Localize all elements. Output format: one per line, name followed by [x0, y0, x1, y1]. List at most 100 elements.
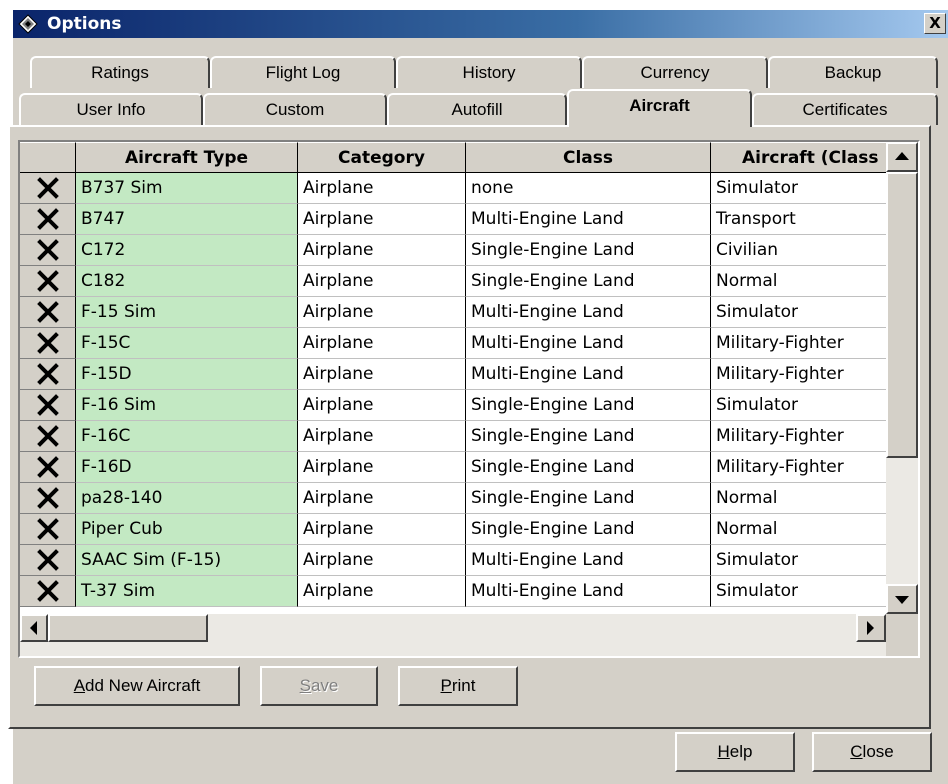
header-aircraft-class[interactable]: Aircraft (Class: [711, 142, 886, 173]
tab-currency[interactable]: Currency: [582, 56, 768, 88]
cell-category[interactable]: Airplane: [298, 452, 466, 483]
tab-autofill[interactable]: Autofill: [387, 93, 567, 125]
table-row[interactable]: SAAC Sim (F-15) Airplane Multi-Engine Land…: [20, 545, 886, 576]
delete-row-button[interactable]: [20, 173, 76, 204]
header-class[interactable]: Class: [466, 142, 711, 173]
cell-aircraft-type[interactable]: F-16C: [76, 421, 298, 452]
tab-history[interactable]: History: [396, 56, 582, 88]
scroll-left-button[interactable]: [20, 614, 48, 642]
cell-aircraft-type[interactable]: F-15C: [76, 328, 298, 359]
cell-class[interactable]: Multi-Engine Land: [466, 545, 711, 576]
cell-aircraft-class[interactable]: Normal: [711, 483, 886, 514]
cell-aircraft-type[interactable]: F-16D: [76, 452, 298, 483]
cell-class[interactable]: Single-Engine Land: [466, 514, 711, 545]
delete-row-button[interactable]: [20, 266, 76, 297]
cell-aircraft-type[interactable]: C182: [76, 266, 298, 297]
cell-aircraft-type[interactable]: C172: [76, 235, 298, 266]
cell-class[interactable]: Single-Engine Land: [466, 266, 711, 297]
cell-class[interactable]: Multi-Engine Land: [466, 359, 711, 390]
tab-certificates[interactable]: Certificates: [752, 93, 938, 125]
cell-aircraft-class[interactable]: Normal: [711, 266, 886, 297]
close-window-button[interactable]: X: [924, 13, 946, 34]
cell-category[interactable]: Airplane: [298, 390, 466, 421]
cell-aircraft-class[interactable]: Simulator: [711, 297, 886, 328]
add-new-aircraft-button[interactable]: Add New Aircraft: [34, 666, 240, 706]
cell-class[interactable]: Multi-Engine Land: [466, 576, 711, 607]
cell-class[interactable]: Multi-Engine Land: [466, 328, 711, 359]
cell-aircraft-type[interactable]: Piper Cub: [76, 514, 298, 545]
close-button[interactable]: Close: [812, 732, 932, 772]
cell-class[interactable]: Single-Engine Land: [466, 390, 711, 421]
cell-aircraft-class[interactable]: Simulator: [711, 390, 886, 421]
cell-aircraft-class[interactable]: Military-Fighter: [711, 328, 886, 359]
tab-custom[interactable]: Custom: [203, 93, 387, 125]
delete-row-button[interactable]: [20, 483, 76, 514]
cell-aircraft-type[interactable]: F-16 Sim: [76, 390, 298, 421]
scroll-up-button[interactable]: [886, 142, 918, 172]
cell-category[interactable]: Airplane: [298, 545, 466, 576]
table-row[interactable]: Piper Cub Airplane Single-Engine Land Norma…: [20, 514, 886, 545]
delete-row-button[interactable]: [20, 545, 76, 576]
cell-class[interactable]: Multi-Engine Land: [466, 204, 711, 235]
horizontal-scrollbar[interactable]: [20, 614, 886, 656]
cell-class[interactable]: Single-Engine Land: [466, 483, 711, 514]
title-bar[interactable]: Options X: [13, 10, 948, 38]
delete-row-button[interactable]: [20, 421, 76, 452]
cell-aircraft-type[interactable]: F-15D: [76, 359, 298, 390]
cell-aircraft-type[interactable]: B747: [76, 204, 298, 235]
table-row[interactable]: T-37 Sim Airplane Multi-Engine Land Simulat…: [20, 576, 886, 607]
tab-ratings[interactable]: Ratings: [30, 56, 210, 88]
table-row[interactable]: F-15 Sim Airplane Multi-Engine Land Simulat…: [20, 297, 886, 328]
cell-aircraft-class[interactable]: Simulator: [711, 576, 886, 607]
table-row[interactable]: F-16 Sim Airplane Single-Engine Land Simula…: [20, 390, 886, 421]
cell-aircraft-type[interactable]: B737 Sim: [76, 173, 298, 204]
delete-row-button[interactable]: [20, 204, 76, 235]
tab-aircraft[interactable]: Aircraft: [567, 89, 752, 127]
tab-backup[interactable]: Backup: [768, 56, 938, 88]
cell-category[interactable]: Airplane: [298, 483, 466, 514]
cell-class[interactable]: none: [466, 173, 711, 204]
save-button[interactable]: Save: [260, 666, 378, 706]
cell-category[interactable]: Airplane: [298, 173, 466, 204]
delete-row-button[interactable]: [20, 359, 76, 390]
cell-aircraft-type[interactable]: SAAC Sim (F-15): [76, 545, 298, 576]
scroll-down-button[interactable]: [886, 584, 918, 614]
table-row[interactable]: F-16D Airplane Single-Engine Land Military-…: [20, 452, 886, 483]
tab-user-info[interactable]: User Info: [19, 93, 203, 125]
cell-category[interactable]: Airplane: [298, 204, 466, 235]
vertical-scrollbar[interactable]: [886, 142, 918, 614]
table-row[interactable]: pa28-140 Airplane Single-Engine Land Normal: [20, 483, 886, 514]
table-row[interactable]: B737 Sim Airplane none Simulator: [20, 173, 886, 204]
print-button[interactable]: Print: [398, 666, 518, 706]
cell-class[interactable]: Multi-Engine Land: [466, 297, 711, 328]
cell-category[interactable]: Airplane: [298, 514, 466, 545]
delete-row-button[interactable]: [20, 390, 76, 421]
cell-aircraft-class[interactable]: Normal: [711, 514, 886, 545]
cell-category[interactable]: Airplane: [298, 421, 466, 452]
cell-aircraft-type[interactable]: T-37 Sim: [76, 576, 298, 607]
vertical-scroll-thumb[interactable]: [886, 172, 918, 458]
cell-aircraft-type[interactable]: F-15 Sim: [76, 297, 298, 328]
delete-row-button[interactable]: [20, 328, 76, 359]
tab-flight-log[interactable]: Flight Log: [210, 56, 396, 88]
header-aircraft-type[interactable]: Aircraft Type: [76, 142, 298, 173]
cell-aircraft-class[interactable]: Transport: [711, 204, 886, 235]
table-row[interactable]: C182 Airplane Single-Engine Land Normal: [20, 266, 886, 297]
delete-row-button[interactable]: [20, 514, 76, 545]
delete-row-button[interactable]: [20, 576, 76, 607]
table-row[interactable]: B747 Airplane Multi-Engine Land Transport: [20, 204, 886, 235]
cell-class[interactable]: Single-Engine Land: [466, 235, 711, 266]
cell-aircraft-class[interactable]: Military-Fighter: [711, 421, 886, 452]
cell-category[interactable]: Airplane: [298, 576, 466, 607]
horizontal-scroll-thumb[interactable]: [48, 614, 208, 642]
cell-class[interactable]: Single-Engine Land: [466, 421, 711, 452]
scroll-right-button[interactable]: [856, 614, 886, 642]
cell-aircraft-type[interactable]: pa28-140: [76, 483, 298, 514]
delete-row-button[interactable]: [20, 297, 76, 328]
cell-aircraft-class[interactable]: Civilian: [711, 235, 886, 266]
delete-row-button[interactable]: [20, 452, 76, 483]
cell-aircraft-class[interactable]: Military-Fighter: [711, 452, 886, 483]
table-row[interactable]: F-16C Airplane Single-Engine Land Military-…: [20, 421, 886, 452]
delete-row-button[interactable]: [20, 235, 76, 266]
cell-class[interactable]: Single-Engine Land: [466, 452, 711, 483]
